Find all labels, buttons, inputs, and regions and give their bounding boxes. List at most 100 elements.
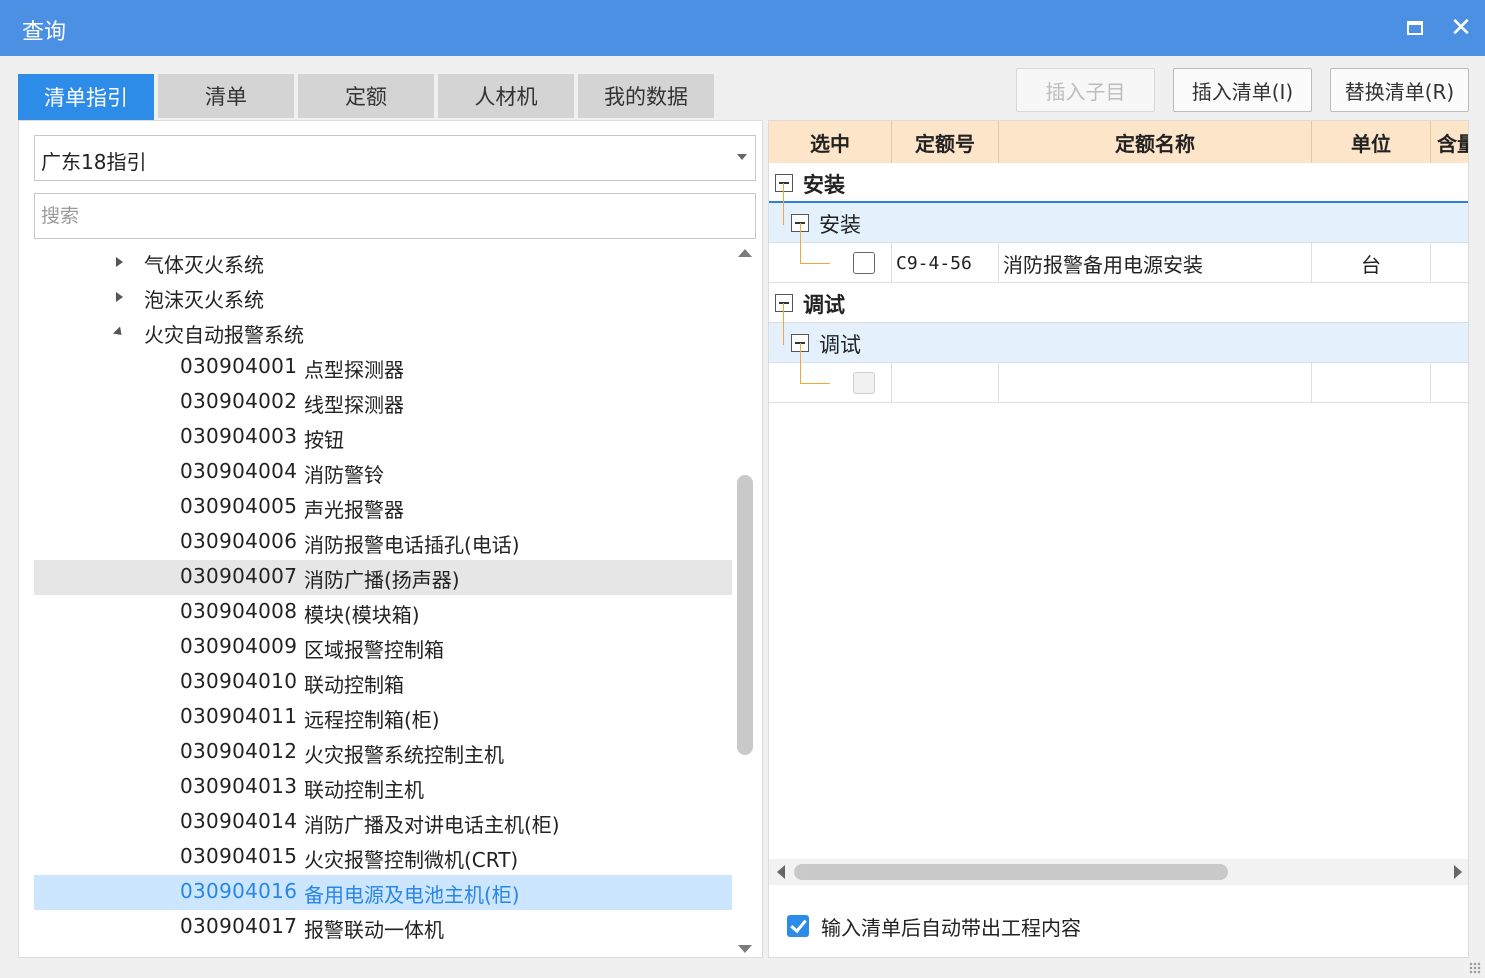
tab-labor-material-machine[interactable]: 人材机 xyxy=(438,74,574,118)
close-button[interactable]: ✕ xyxy=(1444,12,1478,44)
content-cell xyxy=(1431,243,1468,283)
tree-item[interactable]: 030904001 点型探测器 xyxy=(34,350,732,385)
scroll-thumb[interactable] xyxy=(794,864,1228,880)
collapse-icon[interactable] xyxy=(775,174,793,192)
item-code: 030904014 xyxy=(180,809,298,833)
tree-category-label: 泡沫灭火系统 xyxy=(144,288,264,312)
tree-connector xyxy=(800,263,830,264)
tree-item[interactable]: 030904013 联动控制主机 xyxy=(34,770,732,805)
item-name: 线型探测器 xyxy=(304,393,404,417)
content-cell xyxy=(1431,363,1468,403)
tree-item[interactable]: 030904015 火灾报警控制微机(CRT) xyxy=(34,840,732,875)
tree-item[interactable]: 030904012 火灾报警系统控制主机 xyxy=(34,735,732,770)
item-name: 消防广播及对讲电话主机(柜) xyxy=(304,813,560,837)
tree-connector xyxy=(783,183,784,225)
tab-quota[interactable]: 定额 xyxy=(298,74,434,118)
title-bar: 查询 ✕ xyxy=(0,0,1485,56)
tree-item[interactable]: 030904007 消防广播(扬声器) xyxy=(34,560,732,595)
scroll-left-icon[interactable] xyxy=(777,865,785,879)
tab-guide[interactable]: 清单指引 xyxy=(18,74,154,120)
tab-list[interactable]: 清单 xyxy=(158,74,294,118)
subgroup-row-debug[interactable]: 调试 xyxy=(769,323,1468,363)
tree-item[interactable]: 030904006 消防报警电话插孔(电话) xyxy=(34,525,732,560)
tree-item[interactable]: 030904005 声光报警器 xyxy=(34,490,732,525)
table-row[interactable]: C9-4-56 消防报警备用电源安装 台 xyxy=(769,243,1468,283)
item-name: 远程控制箱(柜) xyxy=(304,708,440,732)
tree-item[interactable]: 030904016 备用电源及电池主机(柜) xyxy=(34,875,732,910)
tree-category[interactable]: 气体灭火系统 xyxy=(34,245,732,280)
tree-item[interactable]: 030904017 报警联动一体机 xyxy=(34,910,732,945)
chevron-down-icon xyxy=(737,154,747,160)
tree-item[interactable]: 030904004 消防警铃 xyxy=(34,455,732,490)
insert-subitem-button[interactable]: 插入子目 xyxy=(1016,68,1155,112)
tree-item[interactable]: 030904014 消防广播及对讲电话主机(柜) xyxy=(34,805,732,840)
quota-code-cell xyxy=(892,363,999,403)
tab-my-data[interactable]: 我的数据 xyxy=(578,74,714,118)
guide-panel: 广东18指引 气体灭火系统泡沫灭火系统火灾自动报警系统 030904001点型探测… xyxy=(18,120,763,958)
item-name: 报警联动一体机 xyxy=(304,918,444,942)
item-code: 030904016 xyxy=(180,879,298,903)
subgroup-row-install[interactable]: 安装 xyxy=(769,203,1468,243)
horizontal-scrollbar[interactable] xyxy=(769,859,1468,885)
group-row-debug[interactable]: 调试 xyxy=(769,283,1468,323)
resize-grip-icon[interactable] xyxy=(1469,962,1481,974)
unit-cell: 台 xyxy=(1312,243,1431,283)
item-code: 030904003 xyxy=(180,424,298,448)
quota-code-cell: C9-4-56 xyxy=(892,243,999,283)
item-name: 消防广播(扬声器) xyxy=(304,568,460,592)
quota-name-cell xyxy=(999,363,1312,403)
maximize-button[interactable] xyxy=(1398,12,1432,44)
col-header-unit[interactable]: 单位 xyxy=(1312,121,1431,163)
col-header-quota-code[interactable]: 定额号 xyxy=(892,121,999,163)
item-code: 030904015 xyxy=(180,844,298,868)
scroll-thumb[interactable] xyxy=(737,475,753,755)
col-header-quota-name[interactable]: 定额名称 xyxy=(999,121,1312,163)
collapsed-arrow-icon[interactable] xyxy=(116,292,123,302)
tree-connector xyxy=(800,223,801,263)
scroll-right-icon[interactable] xyxy=(1454,865,1462,879)
item-code: 030904011 xyxy=(180,704,298,728)
select-cell xyxy=(769,363,892,403)
tree-item[interactable]: 030904003 按钮 xyxy=(34,420,732,455)
tree-item[interactable]: 030904011 远程控制箱(柜) xyxy=(34,700,732,735)
guide-select[interactable]: 广东18指引 xyxy=(34,135,756,181)
group-row-install[interactable]: 安装 xyxy=(769,163,1468,203)
tree-item[interactable]: 030904002 线型探测器 xyxy=(34,385,732,420)
tree-item[interactable]: 030904009 区域报警控制箱 xyxy=(34,630,732,665)
row-checkbox[interactable] xyxy=(853,252,875,274)
tree-category[interactable]: 火灾自动报警系统 xyxy=(34,315,732,350)
table-row[interactable] xyxy=(769,363,1468,403)
item-name: 模块(模块箱) xyxy=(304,603,420,627)
expanded-arrow-icon[interactable] xyxy=(112,326,126,339)
scroll-down-icon[interactable] xyxy=(738,945,752,953)
search-input[interactable] xyxy=(34,193,756,239)
collapsed-arrow-icon[interactable] xyxy=(116,257,123,267)
scroll-up-icon[interactable] xyxy=(738,249,752,257)
item-code: 030904009 xyxy=(180,634,298,658)
item-code: 030904017 xyxy=(180,914,298,938)
item-name: 声光报警器 xyxy=(304,498,404,522)
item-code: 030904008 xyxy=(180,599,298,623)
tree-category[interactable]: 泡沫灭火系统 xyxy=(34,280,732,315)
tree-connector xyxy=(800,343,801,383)
insert-list-button[interactable]: 插入清单(I) xyxy=(1173,68,1312,112)
item-code: 030904013 xyxy=(180,774,298,798)
item-name: 火灾报警系统控制主机 xyxy=(304,743,504,767)
window-title: 查询 xyxy=(22,20,67,45)
item-name: 消防报警电话插孔(电话) xyxy=(304,533,520,557)
col-header-select[interactable]: 选中 xyxy=(769,121,892,163)
quota-name-cell: 消防报警备用电源安装 xyxy=(999,243,1312,283)
col-header-content[interactable]: 含量 xyxy=(1431,121,1468,163)
tree-category-label: 气体灭火系统 xyxy=(144,253,264,277)
checkbox-checked-icon[interactable] xyxy=(787,915,809,937)
replace-list-button[interactable]: 替换清单(R) xyxy=(1330,68,1469,112)
tree-item[interactable]: 030904008 模块(模块箱) xyxy=(34,595,732,630)
item-code: 030904007 xyxy=(180,564,298,588)
row-checkbox[interactable] xyxy=(853,372,875,394)
tree-item[interactable]: 030904010 联动控制箱 xyxy=(34,665,732,700)
auto-fill-option[interactable]: 输入清单后自动带出工程内容 xyxy=(787,911,1081,941)
guide-select-value: 广东18指引 xyxy=(41,150,147,174)
vertical-scrollbar[interactable] xyxy=(735,245,755,957)
item-code: 030904002 xyxy=(180,389,298,413)
collapse-icon[interactable] xyxy=(775,294,793,312)
